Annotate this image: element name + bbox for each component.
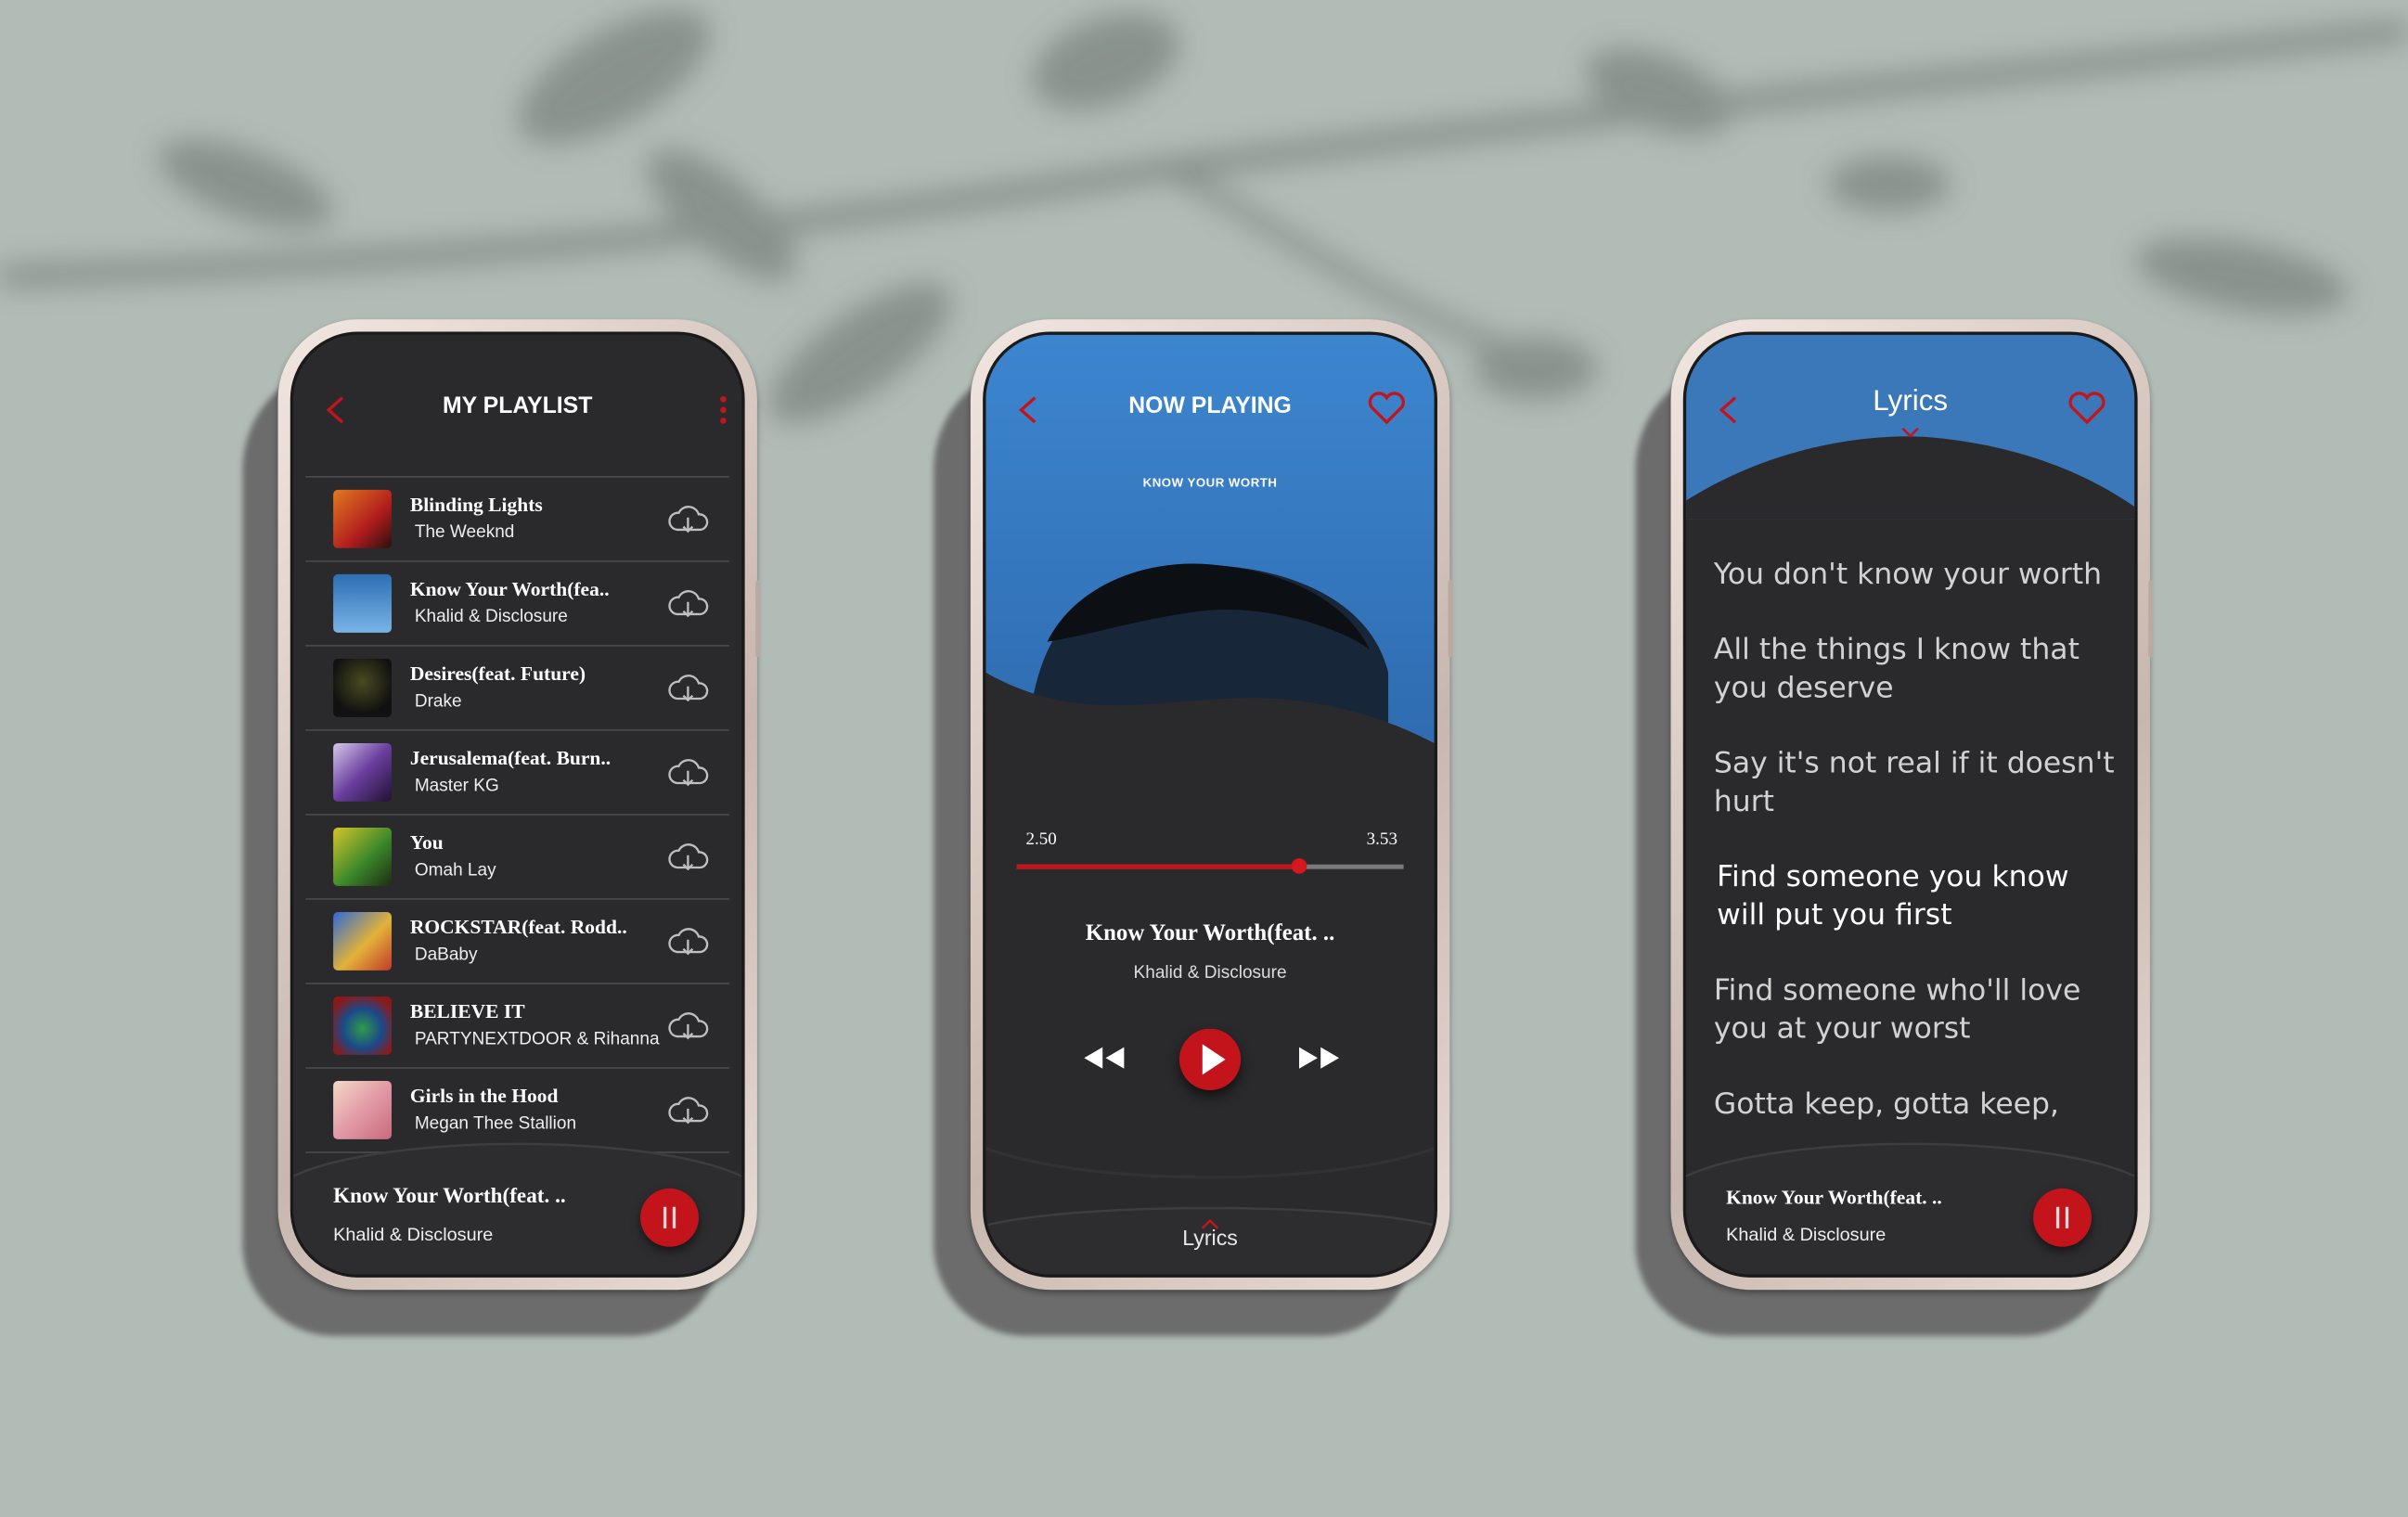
track-artist: Master KG [414, 777, 499, 796]
page-title: MY PLAYLIST [442, 392, 593, 419]
chevron-down-icon[interactable] [1901, 427, 1920, 439]
lyric-line: Say it's not real if it doesn't hurt [1713, 746, 2115, 819]
track-artist: PARTYNEXTDOOR & Rihanna [414, 1030, 660, 1049]
track-artist: Megan Thee Stallion [414, 1114, 577, 1134]
heart-icon[interactable] [2067, 390, 2106, 427]
now-playing-screen: KNOW YOUR WORTH NOW PLAYING 2.50 3.53 Kn… [983, 331, 1437, 1278]
lyrics-body: You don't know your worth All the things… [1714, 556, 2122, 1161]
track-artist: Khalid & Disclosure [414, 608, 568, 627]
track-title: Know Your Worth(fea.. [409, 577, 610, 601]
playlist-item[interactable]: Know Your Worth(fea.. Khalid & Disclosur… [305, 560, 730, 645]
cloud-download-icon[interactable] [665, 670, 712, 703]
cloud-download-icon[interactable] [665, 500, 712, 534]
phone-playlist: MY PLAYLIST Blinding Lights The Weeknd K… [277, 319, 761, 1291]
playlist-item[interactable]: Blinding Lights The Weeknd [305, 476, 730, 560]
track-artist: Drake [414, 692, 462, 712]
album-art-thumbnail [333, 996, 392, 1055]
progress-fill [1016, 864, 1299, 869]
fast-forward-icon[interactable] [1296, 1044, 1343, 1072]
track-title: Girls in the Hood [409, 1084, 559, 1108]
rewind-icon[interactable] [1081, 1044, 1127, 1072]
album-title-text: KNOW YOUR WORTH [1142, 476, 1278, 490]
side-button [2148, 580, 2154, 658]
playlist-item[interactable]: ROCKSTAR(feat. Rodd.. DaBaby [305, 898, 730, 983]
track-artist: The Weeknd [414, 523, 515, 543]
album-art-thumbnail [333, 1081, 392, 1139]
playlist-header: MY PLAYLIST [293, 378, 741, 439]
lyric-line: You don't know your worth [1713, 557, 2103, 592]
cloud-download-icon[interactable] [665, 839, 712, 872]
album-art-thumbnail [333, 573, 392, 633]
mini-player-title: Know Your Worth(feat. .. [1726, 1185, 1942, 1209]
album-art-thumbnail [333, 912, 392, 971]
mini-player-artist: Khalid & Disclosure [1726, 1223, 1886, 1246]
album-art-thumbnail [333, 827, 392, 886]
track-artist: Khalid & Disclosure [1133, 964, 1287, 983]
scene: MY PLAYLIST Blinding Lights The Weeknd K… [0, 0, 2408, 1517]
side-button [755, 580, 761, 658]
album-art-thumbnail [333, 658, 392, 717]
track-title: Blinding Lights [409, 493, 543, 517]
kebab-menu-icon[interactable] [717, 393, 729, 427]
elapsed-time: 2.50 [1025, 830, 1057, 850]
track-artist: Omah Lay [414, 861, 496, 881]
now-playing-header: NOW PLAYING [985, 378, 1434, 439]
side-button [1448, 580, 1453, 658]
lyric-line: Gotta keep, gotta keep, [1713, 1086, 2059, 1122]
track-title: You [409, 830, 444, 855]
track-title: Know Your Worth(feat. .. [1085, 920, 1335, 946]
mini-player[interactable]: Know Your Worth(feat. .. Khalid & Disclo… [1686, 1133, 2135, 1275]
playlist-screen: MY PLAYLIST Blinding Lights The Weeknd K… [290, 331, 745, 1278]
cloud-download-icon[interactable] [665, 585, 712, 619]
pause-button[interactable] [2033, 1188, 2092, 1247]
playlist-list: Blinding Lights The Weeknd Know Your Wor… [293, 476, 741, 1153]
track-artist: DaBaby [414, 945, 478, 965]
cloud-download-icon[interactable] [665, 754, 712, 788]
lyrics-tab-background [985, 1147, 1435, 1275]
playlist-item[interactable]: BELIEVE IT PARTYNEXTDOOR & Rihanna [305, 983, 730, 1067]
track-title: ROCKSTAR(feat. Rodd.. [409, 915, 627, 939]
lyrics-screen: Lyrics You don't know your worth All the… [1682, 331, 2138, 1278]
lyric-line: All the things I know that you deserve [1713, 632, 2080, 705]
mini-player-title: Know Your Worth(feat. .. [333, 1185, 566, 1209]
progress-bar[interactable] [1016, 858, 1404, 874]
cloud-download-icon[interactable] [665, 1092, 712, 1125]
lyric-line: Find someone who'll love you at your wor… [1713, 973, 2081, 1046]
phone-now-playing: KNOW YOUR WORTH NOW PLAYING 2.50 3.53 Kn… [970, 319, 1453, 1291]
cloud-download-icon[interactable] [665, 923, 712, 957]
mini-player[interactable]: Know Your Worth(feat. .. Khalid & Disclo… [293, 1133, 742, 1275]
heart-icon[interactable] [1367, 390, 1407, 427]
playlist-item[interactable]: Desires(feat. Future) Drake [305, 645, 730, 729]
play-button[interactable] [1178, 1028, 1242, 1090]
progress-handle[interactable] [1291, 858, 1307, 874]
playlist-item[interactable]: You Omah Lay [305, 814, 730, 898]
mini-player-artist: Khalid & Disclosure [333, 1223, 494, 1246]
track-title: BELIEVE IT [409, 999, 525, 1023]
lyric-line-current: Find someone you know will put you first [1717, 859, 2069, 932]
track-title: Desires(feat. Future) [409, 662, 586, 686]
pause-button[interactable] [640, 1188, 699, 1247]
cloud-download-icon[interactable] [665, 1008, 712, 1041]
track-title: Jerusalema(feat. Burn.. [409, 746, 612, 770]
lyrics-tab[interactable]: Lyrics [985, 1226, 1434, 1250]
album-art-thumbnail [333, 489, 392, 548]
phone-lyrics: Lyrics You don't know your worth All the… [1670, 319, 2154, 1291]
playlist-item[interactable]: Jerusalema(feat. Burn.. Master KG [305, 729, 730, 814]
album-art-thumbnail [333, 742, 392, 802]
total-time: 3.53 [1366, 830, 1397, 850]
